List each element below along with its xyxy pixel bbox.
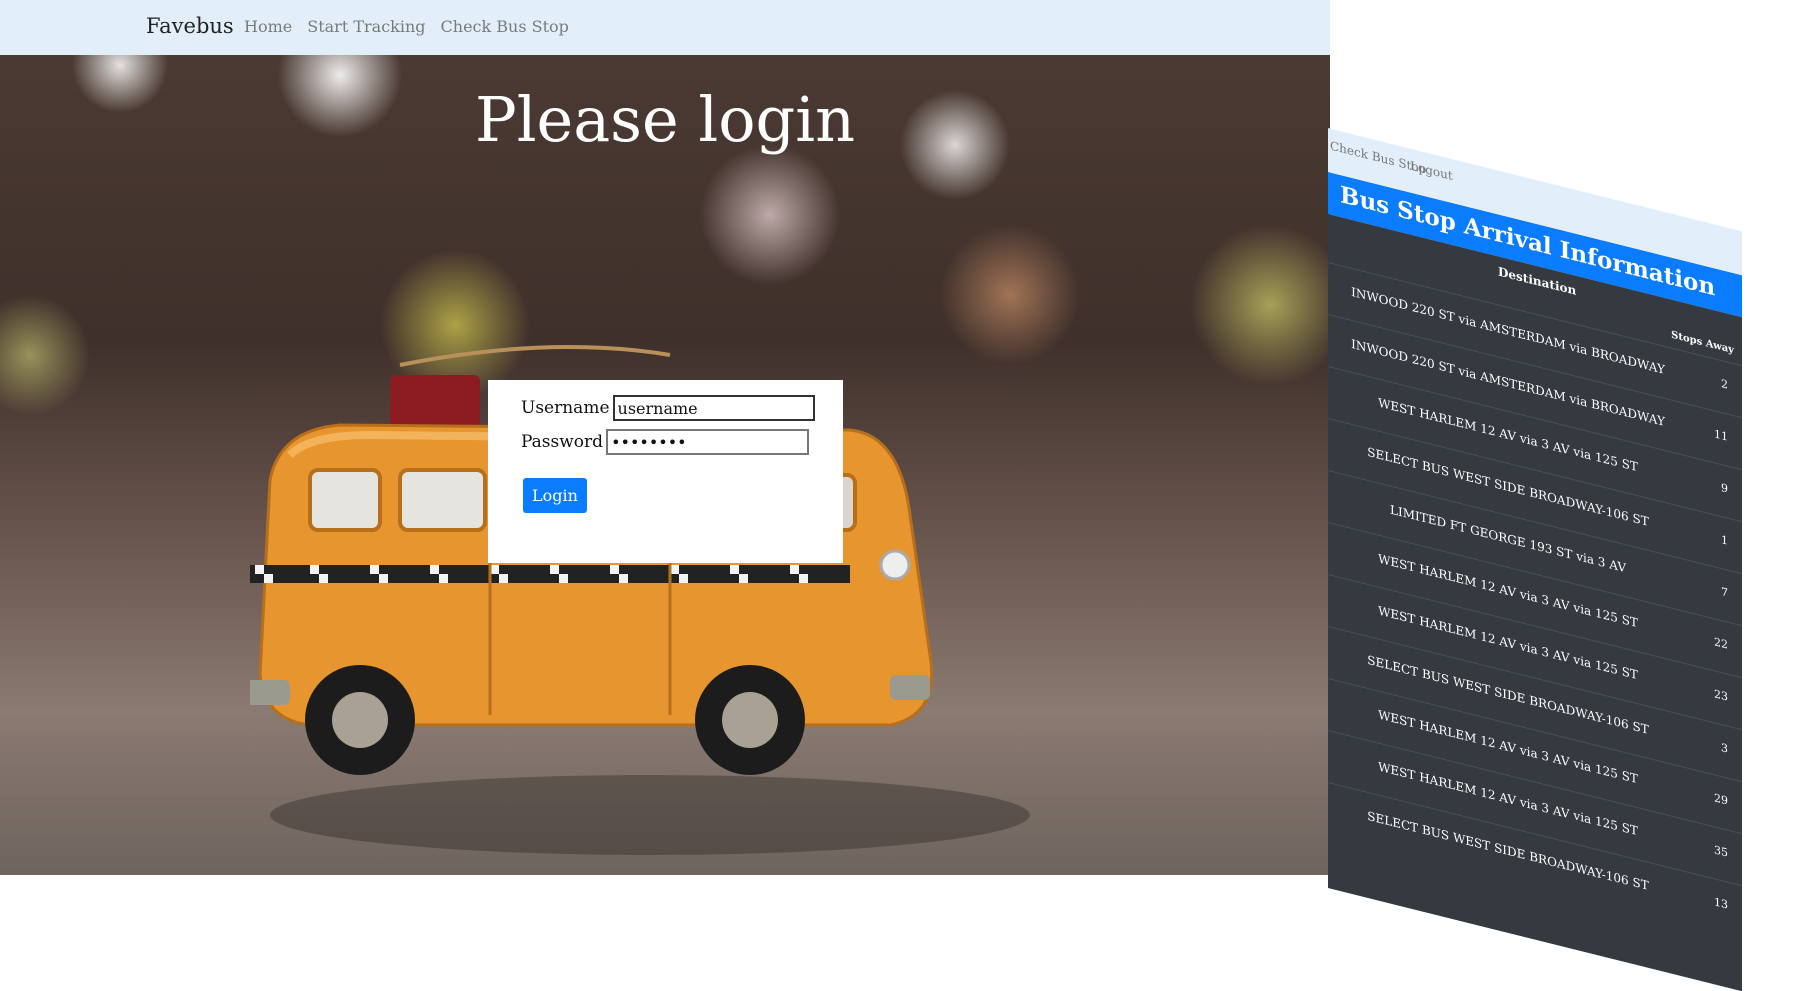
arrivals-table: Destination Stops Away INWOOD 220 ST via…: [1328, 214, 1742, 991]
row-stops-away: 1: [1721, 532, 1728, 548]
login-button[interactable]: Login: [523, 478, 587, 513]
row-stops-away: 9: [1721, 480, 1728, 496]
row-stops-away: 29: [1714, 791, 1728, 808]
row-stops-away: 35: [1714, 843, 1728, 860]
username-input[interactable]: [612, 395, 815, 421]
row-stops-away: 22: [1714, 635, 1728, 652]
nav-links: Home Start Tracking Check Bus Stop: [244, 17, 569, 36]
preview-nav-logout[interactable]: Logout: [1410, 158, 1453, 183]
nav-check-bus-stop[interactable]: Check Bus Stop: [441, 17, 569, 36]
hero-background: Please login Username username Password …: [0, 55, 1330, 875]
toy-bus-image: [250, 345, 1030, 855]
top-navbar: Favebus Home Start Tracking Check Bus St…: [0, 0, 1330, 55]
table-body: INWOOD 220 ST via AMSTERDAM via BROADWAY…: [1328, 262, 1742, 938]
login-form: Username Password Login: [488, 380, 843, 563]
brand-link[interactable]: Favebus: [146, 14, 234, 38]
password-row: Password: [521, 429, 810, 455]
row-stops-away: 2: [1721, 376, 1728, 392]
arrivals-preview-panel: Check Bus Stop Logout Bus Stop Arrival I…: [1328, 128, 1742, 991]
row-stops-away: 7: [1721, 584, 1728, 600]
password-label: Password: [521, 432, 604, 452]
row-stops-away: 11: [1714, 427, 1728, 444]
row-stops-away: 13: [1714, 895, 1728, 912]
nav-home[interactable]: Home: [244, 17, 292, 36]
login-page: Favebus Home Start Tracking Check Bus St…: [0, 0, 1330, 875]
row-stops-away: 3: [1721, 740, 1728, 756]
page-title: Please login: [474, 83, 856, 156]
username-label: Username: [521, 398, 610, 418]
row-stops-away: 23: [1714, 687, 1728, 704]
nav-start-tracking[interactable]: Start Tracking: [307, 17, 425, 36]
username-row: Username: [521, 395, 815, 421]
password-input[interactable]: [606, 429, 810, 455]
